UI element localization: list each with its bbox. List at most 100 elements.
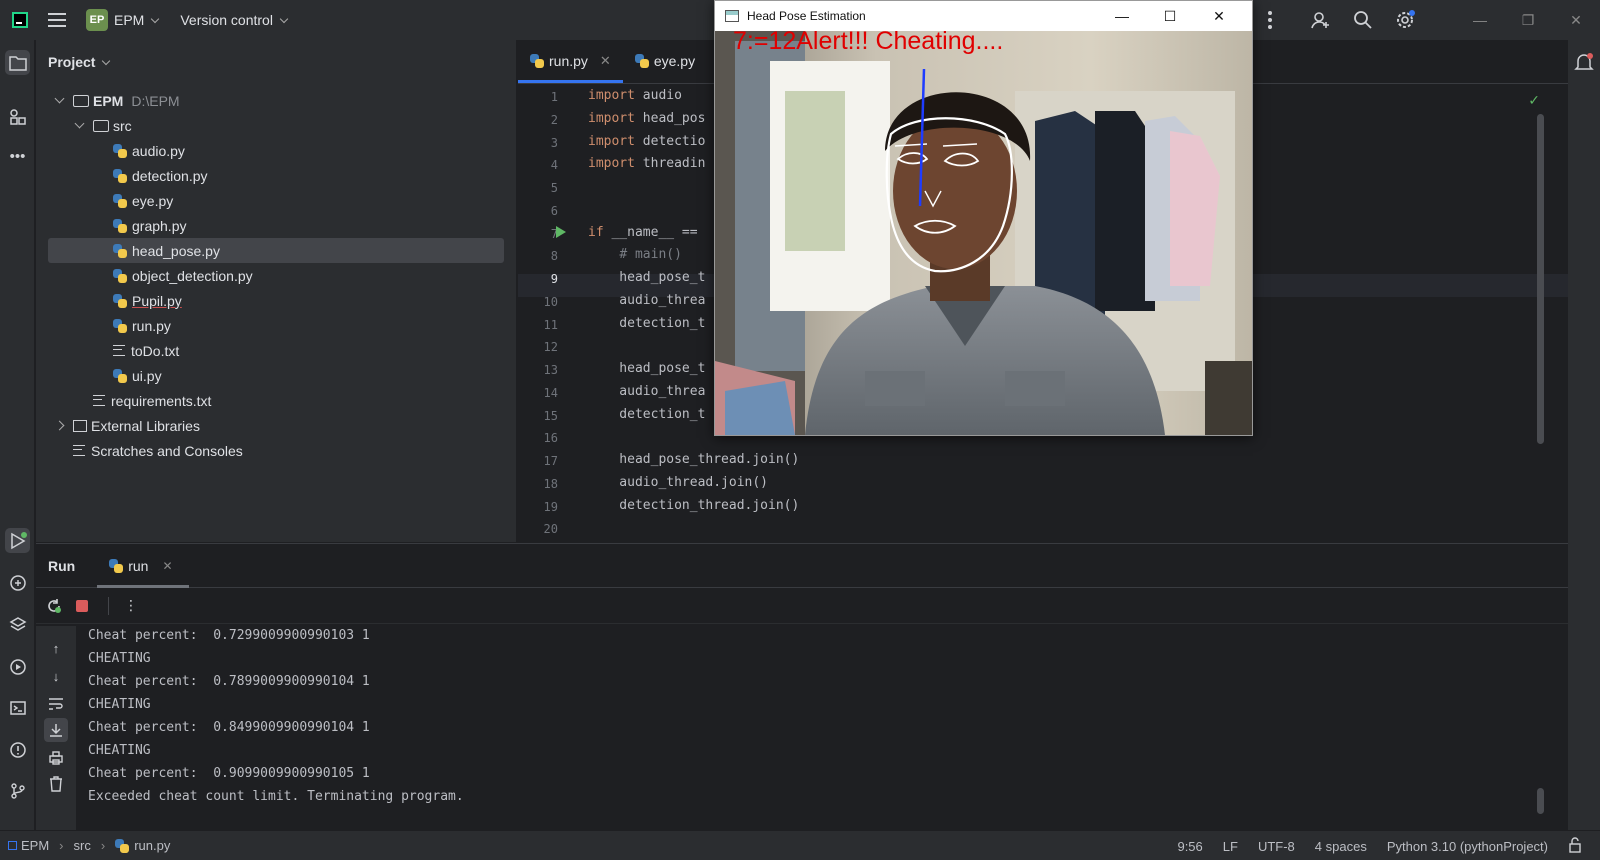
caret-position[interactable]: 9:56	[1177, 839, 1202, 854]
close-run-tab-icon[interactable]: ✕	[162, 559, 172, 573]
layers-icon[interactable]	[5, 612, 30, 637]
line-number: 8	[550, 249, 558, 263]
cv-maximize-button[interactable]: ☐	[1146, 1, 1194, 31]
tree-item[interactable]: requirements.txt	[48, 388, 504, 413]
breadcrumb-chevron-icon: ›	[59, 838, 64, 853]
tree-item[interactable]: object_detection.py	[48, 263, 504, 288]
tree-item-label: audio.py	[132, 142, 185, 159]
settings-gear-icon[interactable]	[1394, 9, 1416, 31]
main-menu-icon[interactable]	[48, 13, 66, 27]
python-file-icon	[530, 54, 544, 68]
editor-scrollbar[interactable]	[1537, 114, 1544, 444]
cheating-alert-overlay: 7:=12Alert!!! Cheating....	[733, 31, 1004, 55]
line-separator[interactable]: LF	[1223, 839, 1238, 854]
module-icon	[8, 841, 17, 850]
breadcrumb-item[interactable]: run.py	[134, 838, 170, 853]
vcs-dropdown-icon[interactable]	[279, 14, 289, 23]
python-file-icon	[113, 168, 127, 183]
project-panel-header[interactable]: Project	[36, 40, 516, 84]
cv-minimize-button[interactable]: —	[1098, 1, 1146, 31]
code-line: detection_t	[588, 316, 706, 331]
structure-tool-icon[interactable]	[5, 104, 30, 129]
more-tools-icon[interactable]: •••	[5, 144, 30, 169]
tree-item[interactable]: Scratches and Consoles	[48, 438, 504, 463]
python-file-icon	[113, 243, 127, 258]
breadcrumb-item[interactable]: src	[74, 838, 91, 853]
stop-button[interactable]	[70, 594, 94, 618]
console-scrollbar[interactable]	[1537, 788, 1544, 814]
tree-item[interactable]: audio.py	[48, 138, 504, 163]
run-tool-icon[interactable]	[5, 528, 30, 553]
file-encoding[interactable]: UTF-8	[1258, 839, 1295, 854]
python-console-icon[interactable]	[5, 570, 30, 595]
tree-item[interactable]: head_pose.py	[48, 238, 504, 263]
project-tool-icon[interactable]	[5, 50, 30, 75]
tree-item-label: EPM	[93, 92, 124, 109]
text-file-icon	[113, 345, 125, 356]
tree-item[interactable]: ui.py	[48, 363, 504, 388]
tree-item-path: D:\EPM	[131, 92, 180, 109]
line-number: 20	[543, 522, 558, 536]
tree-item[interactable]: eye.py	[48, 188, 504, 213]
tab-run-py[interactable]: run.py ✕	[518, 39, 623, 83]
terminal-icon[interactable]	[5, 695, 30, 720]
tree-item-label: eye.py	[132, 192, 174, 209]
tab-eye-py[interactable]: eye.py	[623, 39, 707, 83]
tree-item[interactable]: toDo.txt	[48, 338, 504, 363]
git-icon[interactable]	[5, 778, 30, 803]
run-config-tab[interactable]: run ✕	[97, 544, 189, 588]
services-icon[interactable]	[5, 654, 30, 679]
library-icon	[73, 419, 87, 432]
window-restore-button[interactable]: ❐	[1504, 12, 1552, 29]
breadcrumb-chevron-icon: ›	[100, 838, 106, 853]
version-control-menu[interactable]: Version control	[180, 12, 273, 28]
search-icon[interactable]	[1352, 9, 1374, 31]
print-icon[interactable]	[44, 746, 68, 770]
project-badge[interactable]: EP	[86, 9, 108, 31]
lock-icon[interactable]	[1568, 836, 1582, 856]
tree-item[interactable]: EPM D:\EPM	[48, 88, 504, 113]
problems-icon[interactable]	[5, 737, 30, 762]
notifications-icon[interactable]	[1574, 52, 1594, 75]
tree-item[interactable]: detection.py	[48, 163, 504, 188]
more-actions-icon[interactable]	[1268, 11, 1272, 29]
chevron-down-icon[interactable]	[54, 93, 65, 104]
head-pose-window: Head Pose Estimation — ☐ ✕ 7:=12Alert!!!…	[714, 0, 1253, 436]
cv-close-button[interactable]: ✕	[1195, 1, 1243, 31]
status-bar: EPM › src › run.py 9:56 LF UTF-8 4 space…	[0, 830, 1600, 860]
breadcrumb-item[interactable]: EPM	[21, 838, 49, 853]
chevron-down-icon[interactable]	[74, 118, 85, 129]
tree-item[interactable]: src	[48, 113, 504, 138]
tree-item[interactable]: graph.py	[48, 213, 504, 238]
tree-item[interactable]: External Libraries	[48, 413, 504, 438]
more-options-icon[interactable]: ⋮	[119, 594, 143, 618]
project-view-dropdown-icon[interactable]	[102, 56, 111, 65]
scroll-down-icon[interactable]: ↓	[44, 664, 68, 688]
run-gutter-icon[interactable]	[556, 226, 566, 238]
rerun-icon[interactable]	[42, 594, 66, 618]
tree-item[interactable]: run.py	[48, 313, 504, 338]
clear-all-trash-icon[interactable]	[44, 772, 68, 796]
line-number: 7	[550, 227, 558, 241]
tree-item[interactable]: Pupil.py	[48, 288, 504, 313]
indent-setting[interactable]: 4 spaces	[1315, 839, 1367, 854]
code-line: import head_pos	[588, 111, 706, 126]
project-name[interactable]: EPM	[114, 12, 144, 28]
soft-wrap-icon[interactable]	[44, 692, 68, 716]
scroll-up-icon[interactable]: ↑	[44, 636, 68, 660]
console-side-tools: ↑ ↓	[36, 626, 76, 831]
code-line: head_pose_t	[588, 270, 706, 285]
run-tab-label: run	[128, 557, 149, 574]
project-dropdown-icon[interactable]	[151, 14, 160, 23]
code-with-me-icon[interactable]	[1310, 9, 1332, 31]
tree-item-label: toDo.txt	[131, 342, 180, 359]
chevron-right-icon[interactable]	[54, 420, 65, 431]
inspection-ok-icon[interactable]: ✓	[1528, 92, 1540, 109]
scroll-to-end-icon[interactable]	[44, 718, 68, 742]
python-interpreter[interactable]: Python 3.10 (pythonProject)	[1387, 839, 1548, 854]
pycharm-logo-icon[interactable]	[6, 6, 34, 34]
tree-item-label: graph.py	[132, 217, 187, 234]
window-minimize-button[interactable]: —	[1456, 12, 1504, 28]
close-tab-icon[interactable]: ✕	[600, 53, 611, 69]
window-close-button[interactable]: ✕	[1552, 12, 1600, 29]
